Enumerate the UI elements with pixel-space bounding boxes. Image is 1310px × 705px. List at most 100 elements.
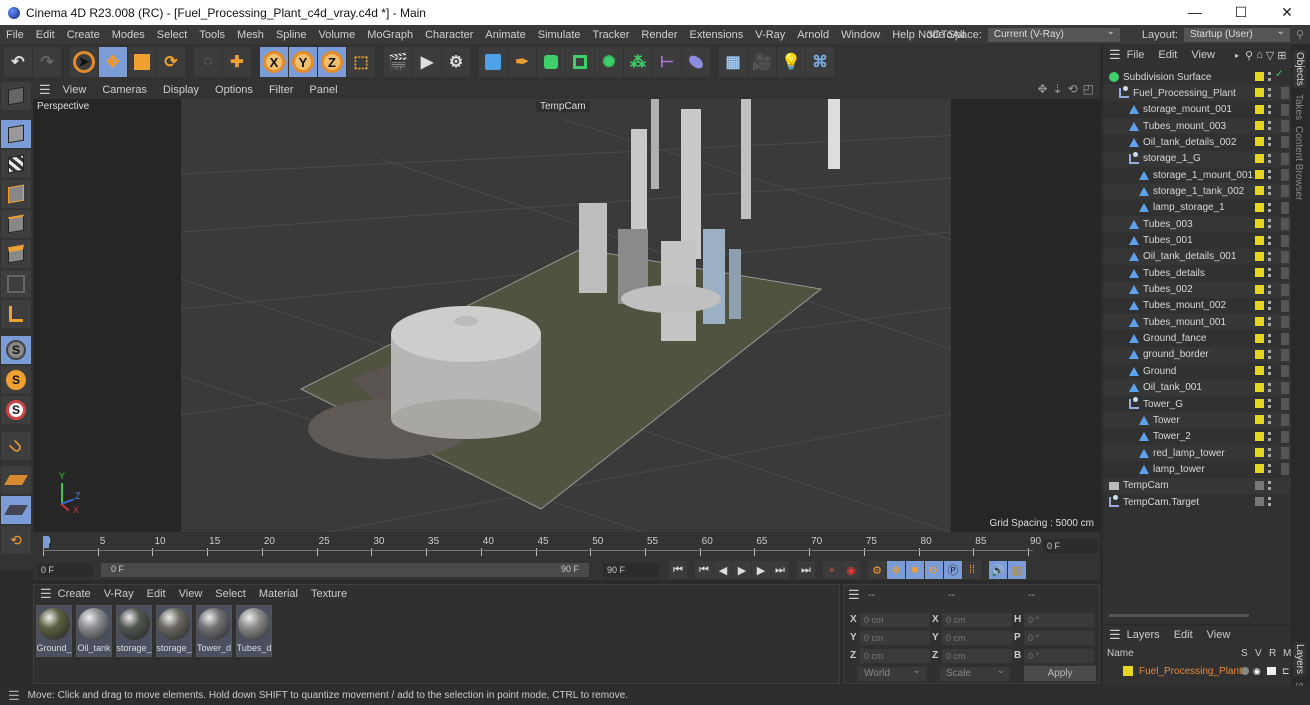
material-tag-icon[interactable] [1281, 447, 1289, 460]
keyframe-selection-button[interactable]: ⚙ [868, 561, 886, 579]
object-row[interactable]: storage_1_mount_001 [1103, 167, 1291, 184]
visibility-dots-icon[interactable] [1268, 170, 1271, 180]
object-row[interactable]: Fuel_Processing_Plant [1103, 85, 1291, 102]
visibility-dots-icon[interactable] [1268, 317, 1271, 327]
menu-mograph[interactable]: MoGraph [361, 29, 419, 41]
object-menu-edit[interactable]: Edit [1158, 49, 1177, 61]
material-tag-icon[interactable] [1281, 136, 1289, 149]
viewport-menu-cameras[interactable]: Cameras [94, 84, 155, 96]
object-row[interactable]: Tubes_mount_001 [1103, 314, 1291, 331]
object-row[interactable]: Tubes_mount_003 [1103, 118, 1291, 135]
material-tag-icon[interactable] [1281, 152, 1289, 165]
visibility-dots-icon[interactable] [1268, 121, 1271, 131]
object-row[interactable]: lamp_tower [1103, 461, 1291, 478]
material-tag-icon[interactable] [1281, 185, 1289, 198]
visibility-dots-icon[interactable] [1268, 284, 1271, 294]
layer-menu-layers[interactable]: Layers [1127, 629, 1160, 641]
coord-position-field[interactable]: 0 cm [860, 631, 930, 645]
object-name[interactable]: Tubes_002 [1143, 284, 1193, 295]
coord-hamburger-icon[interactable]: ☰ [848, 587, 860, 603]
layer-color-swatch[interactable] [1255, 382, 1264, 392]
layer-color-swatch[interactable] [1255, 366, 1264, 376]
material-tag-icon[interactable] [1281, 430, 1289, 443]
maximize-view-icon[interactable]: ◰ [1083, 82, 1094, 96]
model-mode-button[interactable] [1, 120, 31, 148]
viewport-menu-view[interactable]: View [55, 84, 95, 96]
material-swatch[interactable]: Oil_tank [76, 605, 112, 657]
z-axis-button[interactable]: Z [318, 47, 346, 77]
subdivision-surface-button[interactable] [537, 47, 565, 77]
timeline-ruler[interactable]: 051015202530354045505560657075808590 0 F [33, 532, 1100, 560]
coord-rotation-field[interactable]: 0 ° [1024, 631, 1094, 645]
object-name[interactable]: Oil_tank_001 [1143, 382, 1202, 393]
menu-create[interactable]: Create [61, 29, 106, 41]
render-settings-button[interactable]: ⚙ [442, 47, 470, 77]
menu-arnold[interactable]: Arnold [791, 29, 835, 41]
layer-color-swatch[interactable] [1255, 317, 1264, 327]
layer-menu-view[interactable]: View [1207, 629, 1231, 641]
layer-menu-edit[interactable]: Edit [1174, 629, 1193, 641]
menu-v-ray[interactable]: V-Ray [749, 29, 791, 41]
visibility-dots-icon[interactable] [1268, 268, 1271, 278]
current-frame-field[interactable]: 0 F [1043, 539, 1098, 553]
layer-color-swatch[interactable] [1255, 219, 1264, 229]
floor-button[interactable]: ▦ [719, 47, 747, 77]
field-button[interactable] [682, 47, 710, 77]
material-tag-icon[interactable] [1281, 250, 1289, 263]
search-icon[interactable]: ⚲ [1245, 49, 1253, 62]
viewport-3d[interactable]: TempCam Perspective Y Z X Grid Spacing :… [33, 99, 1100, 532]
visibility-dots-icon[interactable] [1268, 333, 1271, 343]
key-rotation-button[interactable]: ⟳ [925, 561, 943, 579]
material-tag-icon[interactable] [1281, 234, 1289, 247]
object-name[interactable]: TempCam.Target [1123, 497, 1199, 508]
status-hamburger-icon[interactable]: ☰ [8, 688, 20, 704]
menu-mesh[interactable]: Mesh [231, 29, 270, 41]
material-tag-icon[interactable] [1281, 103, 1289, 116]
visibility-dots-icon[interactable] [1268, 137, 1271, 147]
material-menu-material[interactable]: Material [259, 588, 298, 600]
extrude-button[interactable] [566, 47, 594, 77]
layer-color-swatch[interactable] [1123, 666, 1133, 676]
coord-mode-dropdown[interactable]: World [858, 664, 926, 681]
move-tool-button[interactable]: ✥ [99, 47, 127, 77]
material-menu-edit[interactable]: Edit [147, 588, 166, 600]
visibility-dots-icon[interactable] [1268, 382, 1271, 392]
new-view-icon[interactable]: ⊞ [1277, 49, 1286, 62]
visibility-dots-icon[interactable] [1268, 464, 1271, 474]
menu-tools[interactable]: Tools [193, 29, 231, 41]
material-menu-v-ray[interactable]: V-Ray [104, 588, 134, 600]
object-name[interactable]: Oil_tank_details_001 [1143, 251, 1236, 262]
key-pla-button[interactable]: ⁞⁞ [963, 561, 981, 579]
material-tag-icon[interactable] [1281, 398, 1289, 410]
layer-row[interactable]: Fuel_Processing_Plant ◉ ⊏ [1107, 664, 1291, 678]
object-name[interactable]: TempCam [1123, 480, 1169, 491]
material-menu-texture[interactable]: Texture [311, 588, 347, 600]
filter-icon[interactable]: ▽ [1266, 49, 1274, 62]
layer-color-swatch[interactable] [1255, 333, 1264, 343]
layer-color-swatch[interactable] [1255, 202, 1264, 212]
object-row[interactable]: Oil_tank_001 [1103, 379, 1291, 396]
menu-file[interactable]: File [0, 29, 30, 41]
workplane-button[interactable] [1, 466, 31, 494]
layer-color-swatch[interactable] [1255, 349, 1264, 359]
coord-position-field[interactable]: 0 cm [860, 649, 930, 663]
material-menu-view[interactable]: View [179, 588, 203, 600]
object-row[interactable]: Subdivision Surface ✓ [1103, 69, 1291, 85]
material-swatch[interactable]: Ground_ [36, 605, 72, 657]
material-hamburger-icon[interactable]: ☰ [40, 586, 52, 602]
points-mode-button[interactable] [1, 180, 31, 208]
pan-view-icon[interactable]: ✥ [1037, 82, 1047, 96]
visibility-dots-icon[interactable] [1268, 88, 1271, 98]
menu-simulate[interactable]: Simulate [532, 29, 587, 41]
menu-render[interactable]: Render [635, 29, 683, 41]
visibility-dots-icon[interactable] [1268, 415, 1271, 425]
menu-spline[interactable]: Spline [270, 29, 313, 41]
object-row[interactable]: storage_1_tank_002 [1103, 183, 1291, 200]
material-tag-icon[interactable] [1281, 381, 1289, 394]
object-row[interactable]: Tower [1103, 412, 1291, 429]
layer-visible-eye-icon[interactable]: ◉ [1253, 666, 1261, 677]
layer-color-swatch[interactable] [1255, 448, 1264, 458]
object-name[interactable]: Tower [1153, 415, 1180, 426]
menu-extensions[interactable]: Extensions [683, 29, 749, 41]
make-editable-button[interactable] [1, 82, 31, 110]
